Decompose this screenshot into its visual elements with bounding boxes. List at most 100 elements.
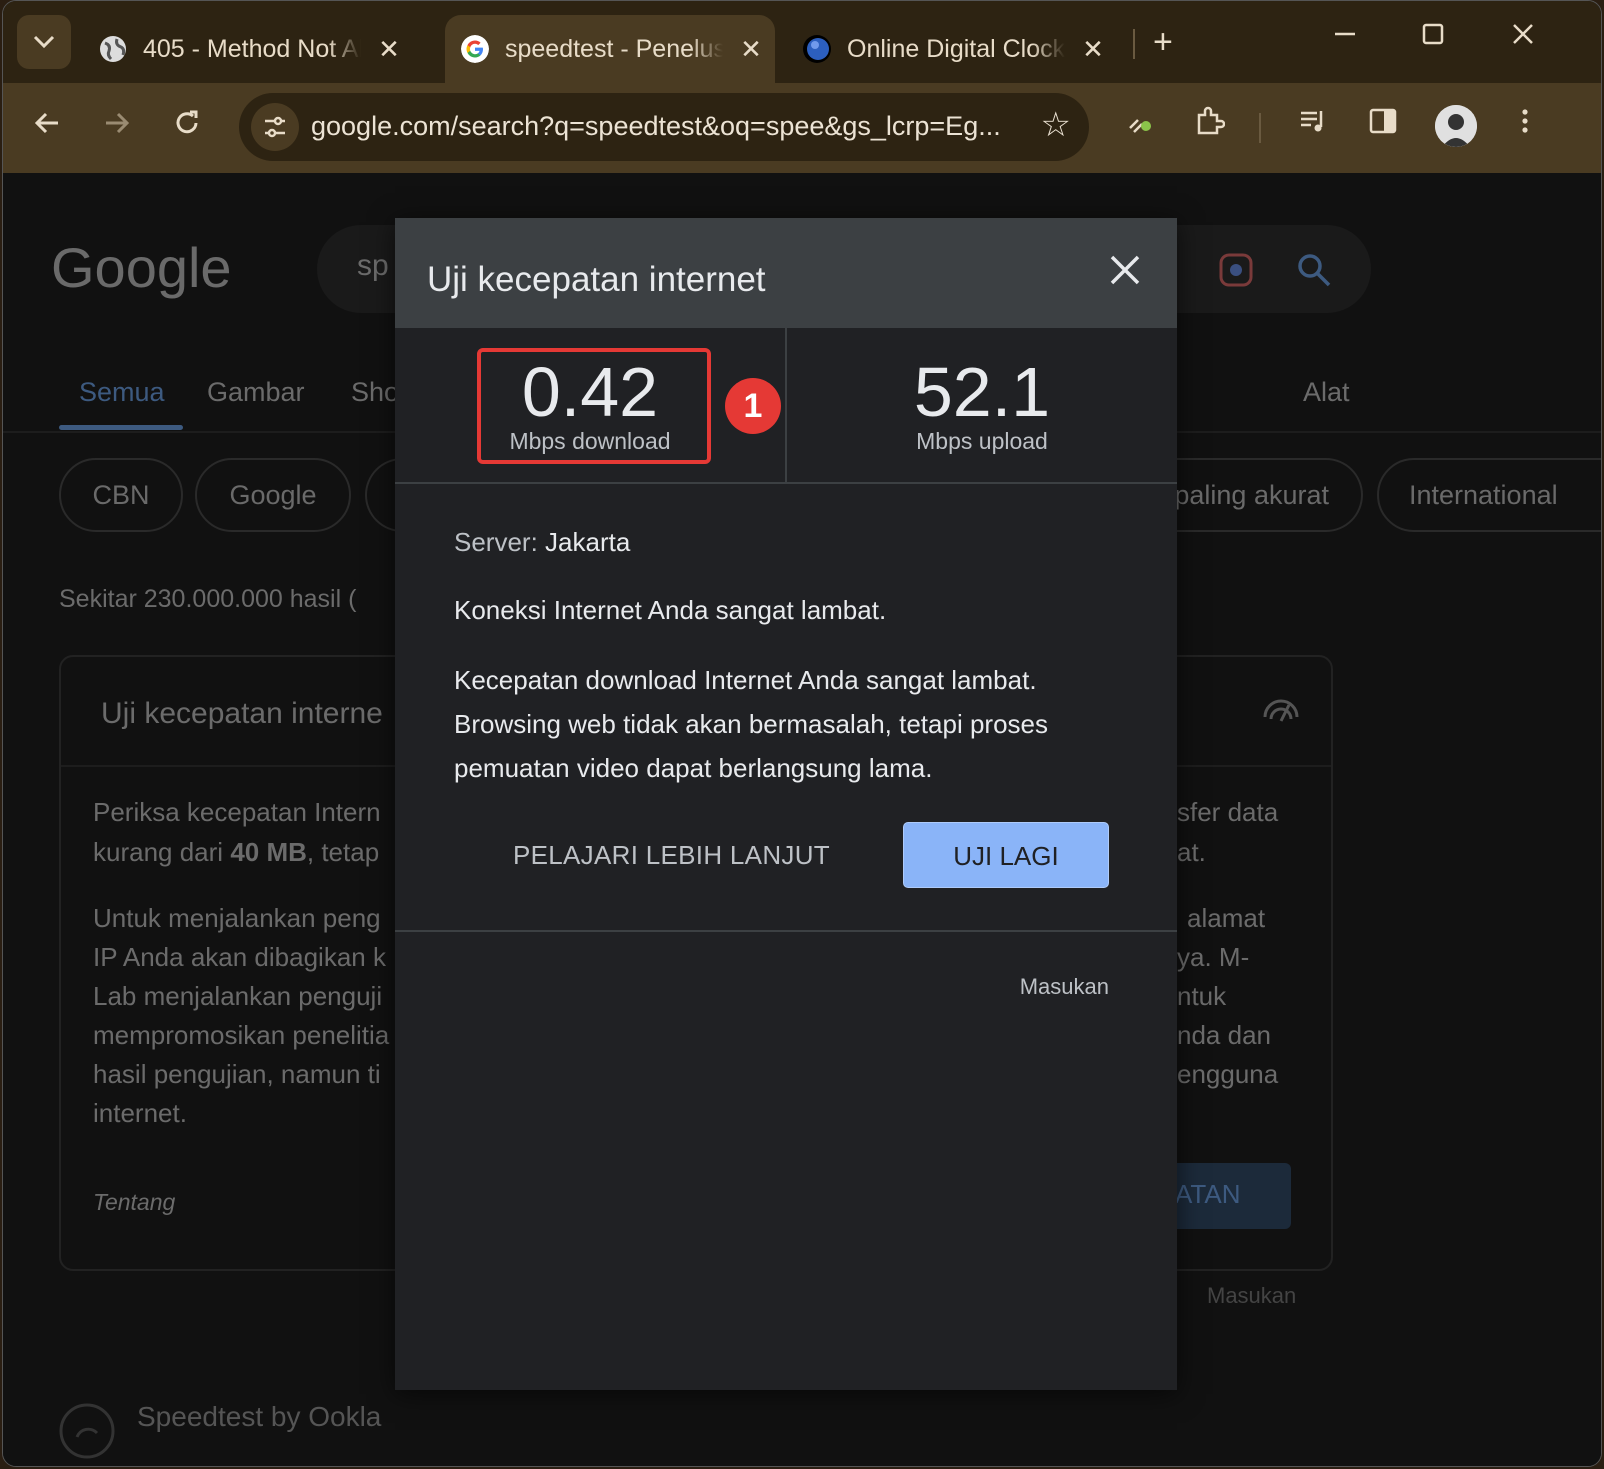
maximize-icon <box>1422 23 1444 45</box>
connection-status: Koneksi Internet Anda sangat lambat. <box>454 595 887 625</box>
new-tab-button[interactable]: + <box>1153 23 1173 62</box>
tab-title: Online Digital Clock <box>847 34 1065 63</box>
description-line: Kecepatan download Internet Anda sangat … <box>454 665 1037 695</box>
card-text-right: ya. M- <box>1177 942 1250 972</box>
tab-close-icon[interactable]: ✕ <box>375 34 403 65</box>
maximize-button[interactable] <box>1413 21 1453 53</box>
feedback-link[interactable]: Masukan <box>1020 974 1109 1000</box>
extension-puzzle-share-icon[interactable] <box>1117 105 1161 149</box>
tab-method-not-allowed[interactable]: 405 - Method Not Allowed ✕ <box>99 15 419 83</box>
upload-result: 52.1 Mbps upload <box>787 328 1177 482</box>
google-logo[interactable]: Google <box>51 235 232 300</box>
learn-more-button[interactable]: PELAJARI LEBIH LANJUT <box>513 822 830 888</box>
card-text-part: kurang dari <box>93 837 231 867</box>
server-line: Server: Jakarta <box>454 520 630 564</box>
extension-share-icon <box>1129 119 1151 133</box>
tab-online-digital-clock[interactable]: Online Digital Clock ✕ <box>803 15 1123 83</box>
ookla-favicon-icon <box>59 1403 115 1459</box>
puzzle-icon <box>1197 106 1226 135</box>
reload-button[interactable] <box>165 105 209 149</box>
menu-button[interactable] <box>1503 105 1547 149</box>
media-controls-button[interactable] <box>1291 105 1335 149</box>
tab-close-icon[interactable]: ✕ <box>737 34 765 65</box>
card-about-link[interactable]: Tentang <box>93 1189 175 1216</box>
arrow-left-icon <box>34 112 58 134</box>
card-text-line: kurang dari 40 MB, tetap <box>93 837 379 868</box>
tab-title: speedtest - Penelusuran Google <box>505 34 723 63</box>
side-panel-button[interactable] <box>1361 105 1405 149</box>
card-title: Uji kecepatan interne <box>101 697 383 730</box>
description-line: pemuatan video dapat berlangsung lama. <box>454 753 933 783</box>
chip-google[interactable]: Google <box>195 458 351 532</box>
more-vert-icon <box>1522 109 1528 133</box>
speed-gauge-icon <box>1263 699 1299 722</box>
minimize-icon <box>1335 32 1355 36</box>
card-text-part: , tetap <box>306 837 380 867</box>
playlist-music-icon <box>1301 111 1323 132</box>
site-info-button[interactable] <box>251 103 299 151</box>
tab-semua[interactable]: Semua <box>79 377 165 408</box>
server-label: Server: <box>454 527 538 557</box>
card-text-line: internet. <box>93 1098 187 1128</box>
tab-shopping[interactable]: Sho <box>351 377 399 408</box>
dialog-title: Uji kecepatan internet <box>427 260 766 299</box>
result-count: Sekitar 230.000.000 hasil ( <box>59 585 357 613</box>
card-text-line: Lab menjalankan penguji <box>93 981 383 1011</box>
next-result-title[interactable]: Speedtest by Ookla <box>137 1401 381 1433</box>
chip-cbn[interactable]: CBN <box>59 458 183 532</box>
toolbar-divider <box>1259 113 1261 143</box>
browser-window: 405 - Method Not Allowed ✕ speedtest - P… <box>2 0 1602 1467</box>
bookmark-star-icon[interactable]: ☆ <box>1041 105 1071 145</box>
card-text-right: ntuk <box>1177 981 1227 1011</box>
minimize-button[interactable] <box>1325 21 1365 53</box>
chip-label: International <box>1409 479 1558 510</box>
close-window-button[interactable] <box>1503 21 1543 53</box>
retry-test-button[interactable]: UJI LAGI <box>903 822 1109 888</box>
close-icon <box>1110 255 1140 285</box>
card-text-right: sfer data <box>1177 797 1279 827</box>
lens-icon[interactable] <box>1217 251 1255 289</box>
tab-title: 405 - Method Not Allowed <box>143 34 361 63</box>
arrow-right-icon <box>106 112 130 134</box>
search-query: sp <box>357 249 389 282</box>
google-g-icon <box>461 35 489 63</box>
tools-button[interactable]: Alat <box>1303 377 1350 408</box>
tab-strip: 405 - Method Not Allowed ✕ speedtest - P… <box>3 1 1601 83</box>
card-text-line: Periksa kecepatan Intern <box>93 797 381 827</box>
card-text-line: Untuk menjalankan peng <box>93 903 381 933</box>
download-highlight-annotation <box>477 348 711 464</box>
card-text-line: mempromosikan penelitia <box>93 1020 390 1050</box>
card-text-line: hasil pengujian, namun ti <box>93 1059 381 1089</box>
card-feedback-link[interactable]: Masukan <box>1207 1283 1296 1309</box>
search-icon[interactable] <box>1295 251 1333 289</box>
extensions-button[interactable] <box>1187 105 1231 149</box>
tab-gambar[interactable]: Gambar <box>207 377 305 408</box>
card-text-right: at. <box>1177 837 1206 867</box>
chevron-down-icon <box>33 35 55 49</box>
url-text[interactable]: google.com/search?q=speedtest&oq=spee&gs… <box>311 111 1021 142</box>
card-run-button-label: ATAN <box>1175 1179 1241 1209</box>
forward-button[interactable] <box>95 105 139 149</box>
description-line: Browsing web tidak akan bermasalah, teta… <box>454 709 1048 739</box>
back-button[interactable] <box>25 105 69 149</box>
tab-search-button[interactable] <box>17 15 71 69</box>
card-text-right: nda dan <box>1177 1020 1271 1050</box>
server-value: Jakarta <box>545 527 631 557</box>
chip-label: paling akurat <box>1174 479 1329 510</box>
side-panel-icon <box>1369 108 1397 134</box>
chip-label: CBN <box>92 479 150 510</box>
profile-avatar[interactable] <box>1435 105 1477 147</box>
tune-icon <box>265 116 285 138</box>
annotation-badge: 1 <box>725 378 781 434</box>
upload-value: 52.1 <box>913 353 1051 431</box>
dialog-header: Uji kecepatan internet <box>395 218 1177 328</box>
tab-speedtest[interactable]: speedtest - Penelusuran Google ✕ <box>445 15 775 83</box>
browser-toolbar: google.com/search?q=speedtest&oq=spee&gs… <box>3 83 1601 173</box>
upload-unit: Mbps upload <box>916 428 1048 454</box>
chip-international[interactable]: International <box>1377 458 1601 532</box>
card-text-bold: 40 MB <box>230 837 307 867</box>
address-bar[interactable]: google.com/search?q=speedtest&oq=spee&gs… <box>239 93 1089 161</box>
tab-divider <box>1133 29 1135 59</box>
dialog-close-button[interactable] <box>1103 248 1147 292</box>
tab-close-icon[interactable]: ✕ <box>1079 34 1107 65</box>
